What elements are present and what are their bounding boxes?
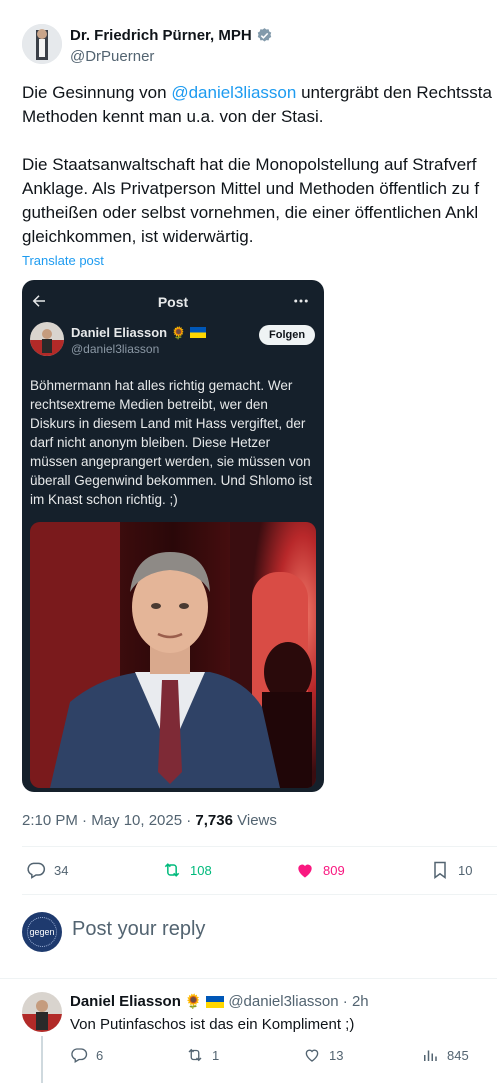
tweet-line-6: gleichkommen, ist widerwärtig. bbox=[22, 227, 254, 246]
reply-author-name[interactable]: Daniel Eliasson bbox=[70, 993, 181, 1010]
author-avatar-image bbox=[22, 24, 62, 64]
embedded-handle: @daniel3liasson bbox=[71, 342, 160, 356]
more-dots-icon bbox=[292, 292, 310, 315]
embedded-text: Böhmermann hat alles richtig gemacht. We… bbox=[30, 376, 312, 509]
tweet-text-segment: Die Gesinnung von bbox=[22, 83, 172, 102]
embedded-photo bbox=[30, 522, 316, 788]
repost-icon bbox=[164, 863, 180, 877]
views-label: Views bbox=[232, 812, 277, 829]
author-avatar[interactable] bbox=[22, 24, 62, 64]
bookmark-count: 10 bbox=[458, 862, 473, 878]
sunflower-icon: 🌻 bbox=[184, 993, 203, 1009]
author-name-text[interactable]: Dr. Friedrich Pürner, MPH bbox=[70, 27, 252, 44]
heart-icon bbox=[305, 1049, 319, 1062]
embedded-avatar bbox=[30, 322, 64, 356]
tweet-line-3: Die Staatsanwaltschaft hat die Monopolst… bbox=[22, 155, 477, 174]
repost-count-button[interactable]: 108 bbox=[162, 860, 212, 880]
bookmark-count-button[interactable]: 10 bbox=[430, 860, 472, 880]
reply-count-button[interactable]: 34 bbox=[26, 860, 68, 880]
reply-like-count: 13 bbox=[329, 1047, 344, 1063]
tweet-line-4: Anklage. Als Privatperson Mittel und Met… bbox=[22, 179, 480, 198]
embedded-text-line: im Knast schon richtig. ;) bbox=[30, 492, 178, 507]
divider bbox=[22, 894, 497, 895]
reply-icon bbox=[71, 1048, 88, 1063]
tweet-line-5: gutheißen oder selbst vornehmen, die ein… bbox=[22, 203, 479, 222]
like-count: 809 bbox=[323, 862, 345, 878]
post-timestamp[interactable]: 2:10 PM · May 10, 2025 · bbox=[22, 812, 195, 829]
reply-views-count: 845 bbox=[447, 1047, 469, 1063]
reply-header: Daniel Eliasson 🌻 @daniel3liasson · 2h bbox=[70, 993, 369, 1010]
ukraine-flag-icon bbox=[206, 995, 225, 1008]
embedded-text-line: müssen angeprangert werden, sie müssen v… bbox=[30, 454, 311, 469]
embedded-text-line: rechtsextreme Medien betreibt, wer den bbox=[30, 397, 268, 412]
embedded-header-title: Post bbox=[157, 294, 189, 310]
embedded-text-line: darf nicht anonym bleiben. Diese Hetzer bbox=[30, 435, 271, 450]
divider bbox=[22, 846, 497, 847]
reply-author-handle[interactable]: @daniel3liasson · 2h bbox=[228, 993, 368, 1010]
translate-post-link[interactable]: Translate post bbox=[22, 253, 104, 268]
heart-filled-icon bbox=[298, 864, 312, 878]
current-user-avatar-text: gegen bbox=[27, 917, 57, 947]
reply-text: Von Putinfaschos ist das ein Kompliment … bbox=[70, 1016, 355, 1033]
repost-count: 108 bbox=[190, 862, 212, 878]
embedded-text-line: Diskurs in diesem Land mit Hass vergifte… bbox=[30, 416, 306, 431]
tweet-line-1: Die Gesinnung von @daniel3liasson unterg… bbox=[22, 81, 492, 105]
embedded-text-line: Böhmermann hat alles richtig gemacht. We… bbox=[30, 378, 293, 393]
verified-badge-icon bbox=[257, 28, 271, 42]
reply-like-button[interactable]: 13 bbox=[303, 1046, 343, 1064]
bookmark-icon bbox=[434, 861, 446, 879]
reply-count: 34 bbox=[54, 862, 69, 878]
tweet-line-2: Methoden kennt man u.a. von der Stasi. bbox=[22, 107, 324, 126]
post-meta: 2:10 PM · May 10, 2025 · 7,736 Views bbox=[22, 812, 277, 829]
reply-input[interactable]: Post your reply bbox=[72, 918, 205, 941]
views-bar-chart-icon bbox=[424, 1050, 437, 1061]
embedded-screenshot[interactable]: Post Daniel Eliasson 🌻 @daniel3liasson F… bbox=[22, 280, 324, 792]
divider bbox=[0, 978, 497, 979]
author-handle[interactable]: @DrPuerner bbox=[70, 48, 154, 65]
sunflower-icon: 🌻 bbox=[171, 325, 187, 340]
reply-views-button[interactable]: 845 bbox=[421, 1046, 469, 1064]
reply-repost-button[interactable]: 1 bbox=[186, 1046, 219, 1064]
follow-button: Folgen bbox=[259, 325, 316, 345]
mention-link[interactable]: @daniel3liasson bbox=[171, 83, 296, 102]
ukraine-flag-icon bbox=[190, 327, 207, 338]
thread-line bbox=[41, 1036, 43, 1083]
reply-reply-button[interactable]: 6 bbox=[70, 1046, 103, 1064]
embedded-text-line: überall Gegenwind bekommen. Und Shlomo i… bbox=[30, 473, 313, 488]
repost-icon bbox=[188, 1048, 202, 1062]
tweet-text-segment: untergräbt den Rechtssta bbox=[296, 83, 492, 102]
like-count-button[interactable]: 809 bbox=[295, 860, 345, 880]
embedded-name-row: Daniel Eliasson 🌻 bbox=[71, 325, 207, 340]
current-user-avatar[interactable]: gegen bbox=[22, 912, 62, 952]
reply-icon bbox=[27, 862, 46, 879]
embedded-name: Daniel Eliasson bbox=[71, 325, 168, 340]
author-name[interactable]: Dr. Friedrich Pürner, MPH bbox=[70, 27, 273, 44]
reply-reply-count: 6 bbox=[96, 1047, 104, 1063]
views-count: 7,736 bbox=[195, 812, 233, 829]
reply-repost-count: 1 bbox=[212, 1047, 220, 1063]
reply-author-avatar[interactable] bbox=[22, 992, 62, 1032]
